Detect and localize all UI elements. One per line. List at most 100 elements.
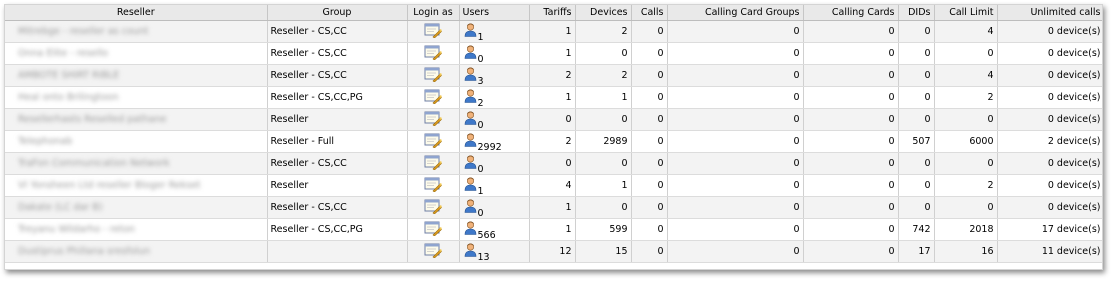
col-header-dids[interactable]: DIDs — [898, 5, 935, 21]
user-icon[interactable] — [464, 243, 477, 260]
group-cell: Reseller - CS,CC — [267, 20, 408, 43]
user-icon[interactable] — [464, 89, 477, 106]
users-count[interactable]: 13 — [478, 252, 490, 262]
login-as-icon[interactable] — [424, 111, 442, 129]
reseller-name[interactable]: Dustiprus Phillana sresfolun — [8, 246, 150, 257]
reseller-cell[interactable]: Dakate (LC dar B) — [5, 196, 268, 219]
unlimited-calls-cell: 0 device(s) — [997, 64, 1102, 87]
col-header-devices[interactable]: Devices — [575, 5, 632, 21]
reseller-name[interactable]: Telephonab — [8, 136, 72, 147]
reseller-cell[interactable]: Treyanu Wildarho - reton — [5, 218, 268, 241]
user-icon[interactable] — [464, 199, 477, 216]
login-as-icon[interactable] — [424, 243, 442, 261]
user-icon[interactable] — [464, 177, 477, 194]
col-header-reseller[interactable]: Reseller — [5, 5, 268, 21]
login-as-icon[interactable] — [424, 89, 442, 107]
unlimited-calls-cell: 2 device(s) — [997, 130, 1102, 153]
users-cell: 0 — [459, 42, 530, 65]
group-cell: Reseller - CS,CC — [267, 196, 408, 219]
reseller-cell[interactable]: Onna Elite - resello — [5, 42, 268, 65]
login-as-icon[interactable] — [424, 133, 442, 151]
col-header-tariffs[interactable]: Tariffs — [529, 5, 576, 21]
group-cell: Reseller - Full — [267, 130, 408, 153]
user-icon[interactable] — [464, 221, 477, 238]
user-icon[interactable] — [464, 155, 477, 172]
call-limit-cell: 16 — [934, 240, 998, 263]
users-count[interactable]: 2992 — [478, 142, 502, 152]
users-count[interactable]: 3 — [478, 76, 484, 86]
table-row: Heal onto Brilingtoon Reseller - CS,CC,P… — [5, 86, 1102, 109]
tariffs-cell: 1 — [529, 20, 576, 43]
calling-card-groups-cell: 0 — [667, 218, 804, 241]
unlimited-calls-cell: 0 device(s) — [997, 42, 1102, 65]
user-icon[interactable] — [464, 111, 477, 128]
col-header-group[interactable]: Group — [267, 5, 408, 21]
reseller-name[interactable]: Mitrebge - reseller as count — [8, 26, 148, 37]
reseller-cell[interactable]: Telephonab — [5, 130, 268, 153]
user-icon[interactable] — [464, 67, 477, 84]
reseller-cell[interactable]: Heal onto Brilingtoon — [5, 86, 268, 109]
dids-cell: 0 — [898, 152, 935, 175]
calling-card-groups-cell: 0 — [667, 108, 804, 131]
reseller-name[interactable]: Resellerhasts Reselled pathane — [8, 114, 166, 125]
login-as-icon[interactable] — [424, 221, 442, 239]
calling-card-groups-cell: 0 — [667, 240, 804, 263]
login-as-icon[interactable] — [424, 23, 442, 41]
col-header-unlimited-calls[interactable]: Unlimited calls — [997, 5, 1102, 21]
table-row: TraFon Communication Network Reseller - … — [5, 152, 1102, 175]
login-as-icon[interactable] — [424, 45, 442, 63]
user-icon[interactable] — [464, 133, 477, 150]
login-as-icon[interactable] — [424, 155, 442, 173]
resellers-table: Reseller Group Login as Users Tariffs De… — [5, 5, 1102, 263]
reseller-name[interactable]: Dakate (LC dar B) — [8, 202, 103, 213]
users-cell: 1 — [459, 174, 530, 197]
col-header-calling-cards[interactable]: Calling Cards — [803, 5, 899, 21]
users-count[interactable]: 1 — [478, 186, 484, 196]
dids-cell: 742 — [898, 218, 935, 241]
login-as-icon[interactable] — [424, 67, 442, 85]
unlimited-calls-cell: 0 device(s) — [997, 174, 1102, 197]
login-as-icon[interactable] — [424, 177, 442, 195]
reseller-cell[interactable]: Resellerhasts Reselled pathane — [5, 108, 268, 131]
group-cell: Reseller - CS,CC,PG — [267, 218, 408, 241]
dids-cell: 0 — [898, 174, 935, 197]
reseller-name[interactable]: AMBOTE SHIRT RIBLE — [8, 70, 119, 81]
col-header-users[interactable]: Users — [459, 5, 530, 21]
users-count[interactable]: 0 — [478, 54, 484, 64]
col-header-call-limit[interactable]: Call Limit — [934, 5, 998, 21]
col-header-calls[interactable]: Calls — [631, 5, 668, 21]
unlimited-calls-cell: 0 device(s) — [997, 20, 1102, 43]
tariffs-cell: 12 — [529, 240, 576, 263]
dids-cell: 0 — [898, 64, 935, 87]
devices-cell: 0 — [575, 108, 632, 131]
reseller-name[interactable]: Treyanu Wildarho - reton — [8, 224, 135, 235]
reseller-name[interactable]: Heal onto Brilingtoon — [8, 92, 119, 103]
col-header-calling-card-groups[interactable]: Calling Card Groups — [667, 5, 804, 21]
reseller-name[interactable]: TraFon Communication Network — [8, 158, 170, 169]
call-limit-cell: 0 — [934, 42, 998, 65]
unlimited-calls-cell: 0 device(s) — [997, 86, 1102, 109]
users-count[interactable]: 0 — [478, 120, 484, 130]
devices-cell: 599 — [575, 218, 632, 241]
reseller-name[interactable]: Onna Elite - resello — [8, 48, 108, 59]
dids-cell: 507 — [898, 130, 935, 153]
reseller-cell[interactable]: VI Yonsheen Ltd reseller Bloger Rekset — [5, 174, 268, 197]
users-count[interactable]: 566 — [478, 230, 496, 240]
unlimited-calls-cell: 0 device(s) — [997, 196, 1102, 219]
users-count[interactable]: 2 — [478, 98, 484, 108]
user-icon[interactable] — [464, 45, 477, 62]
users-cell: 566 — [459, 218, 530, 241]
reseller-cell[interactable]: AMBOTE SHIRT RIBLE — [5, 64, 268, 87]
reseller-cell[interactable]: Dustiprus Phillana sresfolun — [5, 240, 268, 263]
dids-cell: 0 — [898, 20, 935, 43]
login-as-icon[interactable] — [424, 199, 442, 217]
reseller-cell[interactable]: Mitrebge - reseller as count — [5, 20, 268, 43]
users-count[interactable]: 0 — [478, 208, 484, 218]
reseller-name[interactable]: VI Yonsheen Ltd reseller Bloger Rekset — [8, 180, 201, 191]
reseller-cell[interactable]: TraFon Communication Network — [5, 152, 268, 175]
users-cell: 13 — [459, 240, 530, 263]
user-icon[interactable] — [464, 23, 477, 40]
users-count[interactable]: 1 — [478, 32, 484, 42]
users-count[interactable]: 0 — [478, 164, 484, 174]
table-row: Telephonab Reseller - Full 2992 2 2989 0… — [5, 130, 1102, 153]
